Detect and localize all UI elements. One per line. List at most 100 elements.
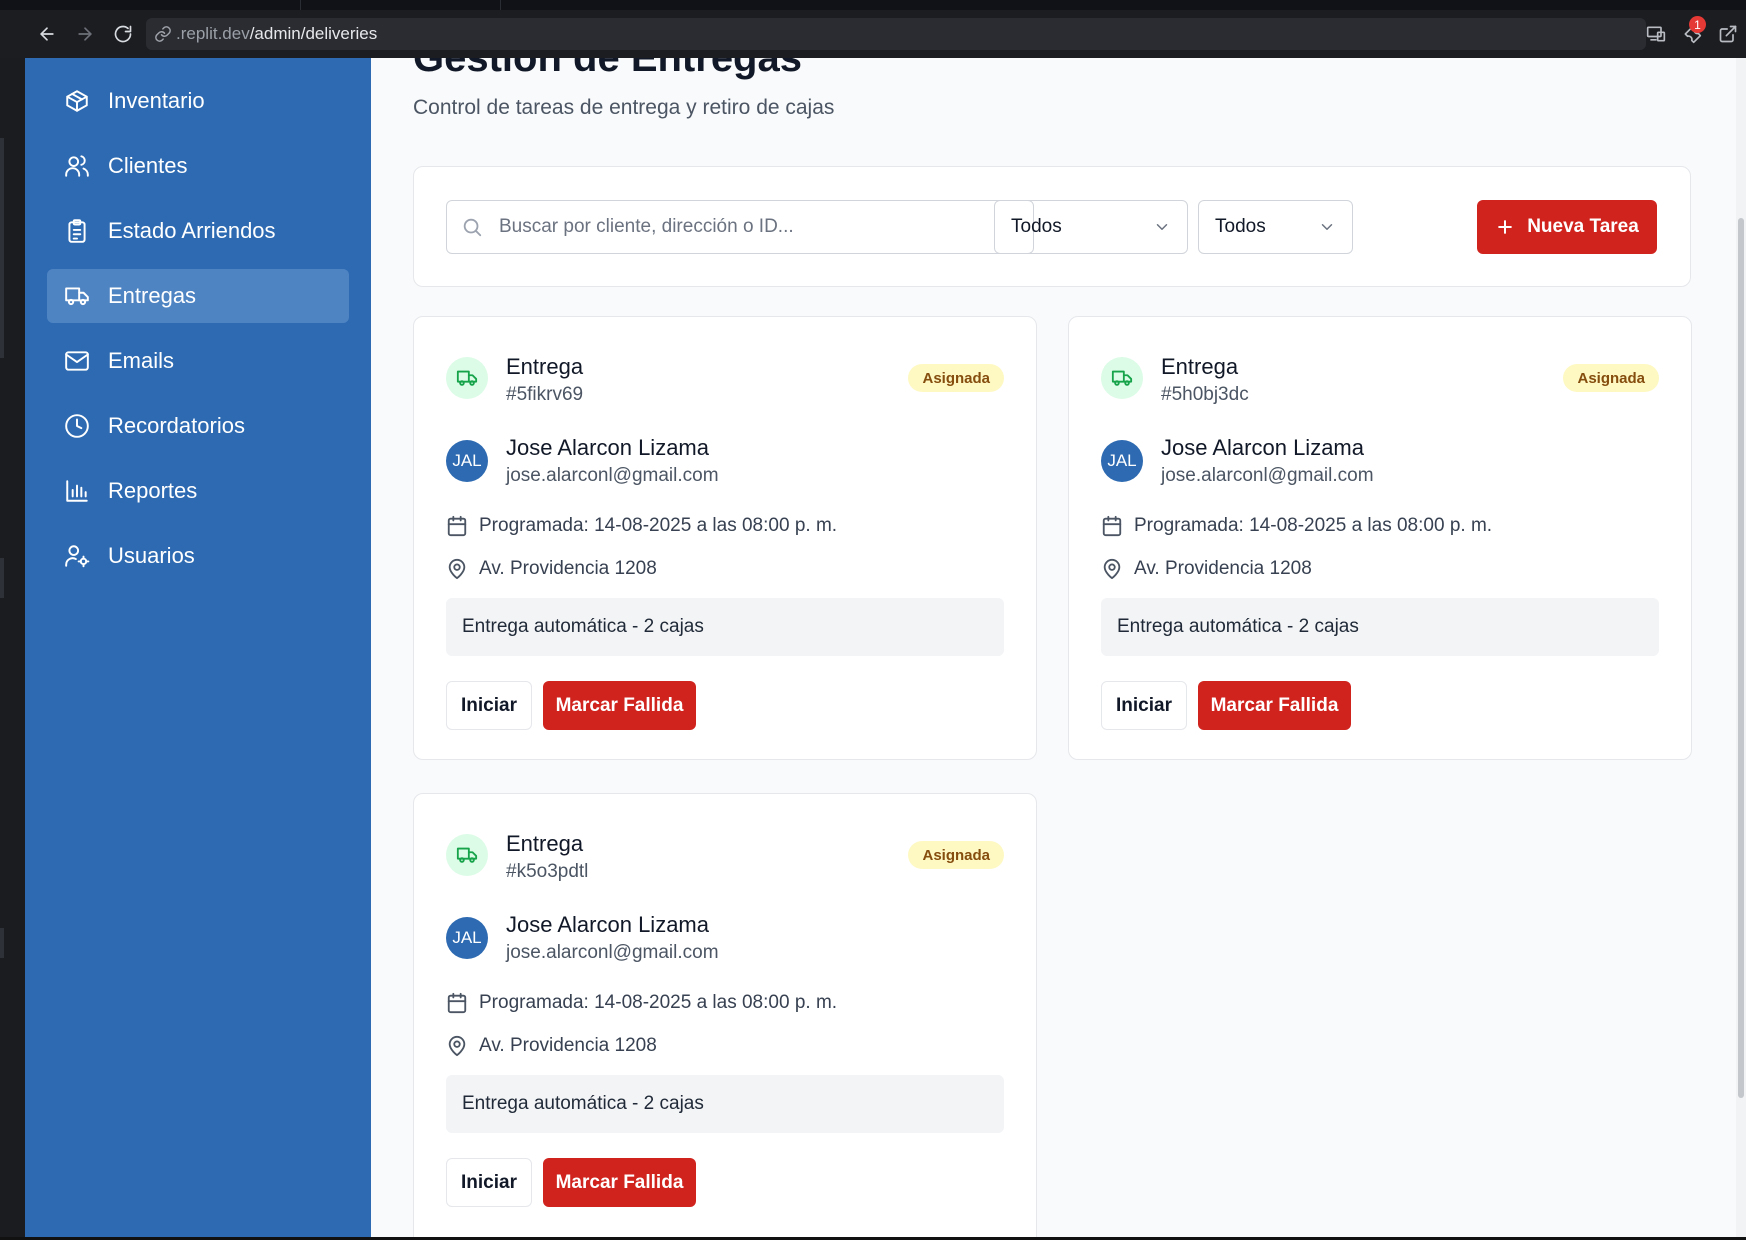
search-input[interactable] — [499, 216, 1019, 238]
panel-divider — [0, 558, 4, 598]
calendar-icon — [447, 992, 467, 1014]
sidebar-item-clientes[interactable]: Clientes — [47, 139, 349, 193]
devices-button[interactable] — [1638, 18, 1674, 50]
task-card: Entrega #5fikrv69 Asignada JAL Jose Alar… — [413, 316, 1037, 760]
sidebar: Inventario Clientes Estado Arriendos Ent… — [25, 58, 371, 1237]
main-content: Gestión de Entregas Control de tareas de… — [371, 58, 1736, 1237]
scheduled-text: Programada: 14-08-2025 a las 08:00 p. m. — [1134, 515, 1493, 536]
avatar: JAL — [446, 917, 488, 959]
client-name: Jose Alarcon Lizama — [1161, 435, 1364, 460]
address-row: Av. Providencia 1208 — [446, 558, 657, 580]
browser-tab[interactable] — [300, 0, 500, 10]
truck-icon — [1101, 357, 1143, 399]
avatar: JAL — [446, 440, 488, 482]
client-email: jose.alarconl@gmail.com — [1161, 465, 1374, 486]
client-name: Jose Alarcon Lizama — [506, 435, 709, 460]
task-card: Entrega #5h0bj3dc Asignada JAL Jose Alar… — [1068, 316, 1692, 760]
external-link-icon — [1719, 25, 1737, 43]
clock-icon — [63, 412, 91, 440]
notification-badge: 1 — [1689, 16, 1706, 33]
task-type: Entrega — [1161, 354, 1239, 379]
sidebar-item-label: Emails — [108, 348, 175, 373]
browser-tab[interactable] — [500, 0, 640, 10]
page-title: Gestión de Entregas — [413, 58, 802, 80]
clipboard-list-icon — [63, 217, 91, 245]
new-task-button[interactable]: Nueva Tarea — [1477, 200, 1657, 254]
map-pin-icon — [448, 558, 466, 580]
client-email: jose.alarconl@gmail.com — [506, 942, 719, 963]
truck-icon — [446, 834, 488, 876]
package-icon — [63, 87, 91, 115]
avatar: JAL — [1101, 440, 1143, 482]
mark-failed-button[interactable]: Marcar Fallida — [543, 681, 696, 730]
link-icon — [155, 26, 171, 42]
address-text: Av. Providencia 1208 — [479, 1035, 657, 1056]
sidebar-item-reportes[interactable]: Reportes — [47, 464, 349, 518]
status-badge: Asignada — [908, 841, 1004, 869]
sidebar-item-label: Inventario — [108, 88, 205, 113]
browser-toolbar: .replit.dev/admin/deliveries 1 — [0, 10, 1746, 58]
sidebar-item-label: Entregas — [108, 283, 197, 308]
sidebar-item-label: Estado Arriendos — [108, 218, 276, 243]
open-external-button[interactable] — [1710, 18, 1746, 50]
chevron-down-icon — [1156, 224, 1168, 230]
sidebar-item-usuarios[interactable]: Usuarios — [47, 529, 349, 583]
panel-divider — [0, 138, 4, 358]
bar-chart-icon — [63, 477, 91, 505]
status-filter-select[interactable]: Todos — [1198, 200, 1353, 254]
filters-panel: Todos Todos Nueva Tarea — [413, 166, 1691, 287]
sidebar-item-label: Usuarios — [108, 543, 195, 568]
status-badge: Asignada — [1563, 364, 1659, 392]
task-id: #5h0bj3dc — [1161, 384, 1249, 405]
search-box[interactable] — [446, 200, 1034, 254]
truck-icon — [446, 357, 488, 399]
scheduled-row: Programada: 14-08-2025 a las 08:00 p. m. — [1101, 515, 1492, 537]
sidebar-item-recordatorios[interactable]: Recordatorios — [47, 399, 349, 453]
start-button[interactable]: Iniciar — [1101, 681, 1187, 730]
plus-icon — [1498, 220, 1513, 234]
sidebar-item-inventario[interactable]: Inventario — [47, 74, 349, 128]
mark-failed-button[interactable]: Marcar Fallida — [543, 1158, 696, 1207]
arrow-right-icon — [78, 27, 92, 41]
browser-tool-icons: 1 — [1638, 16, 1746, 50]
task-type: Entrega — [506, 354, 584, 379]
mark-failed-button[interactable]: Marcar Fallida — [1198, 681, 1351, 730]
scrollbar-thumb[interactable] — [1738, 218, 1744, 1098]
panel-divider — [0, 928, 4, 958]
search-icon — [463, 218, 482, 237]
back-button[interactable] — [28, 15, 66, 53]
sidebar-item-label: Clientes — [108, 153, 188, 178]
page-scrollbar[interactable] — [1736, 58, 1746, 1240]
scheduled-row: Programada: 14-08-2025 a las 08:00 p. m. — [446, 992, 837, 1014]
address-row: Av. Providencia 1208 — [1101, 558, 1312, 580]
start-button[interactable]: Iniciar — [446, 1158, 532, 1207]
sidebar-item-label: Recordatorios — [108, 413, 245, 438]
browser-tab-strip — [0, 0, 1746, 10]
new-task-label: Nueva Tarea — [1527, 216, 1639, 237]
type-filter-select[interactable]: Todos — [994, 200, 1188, 254]
sidebar-item-estado-arriendos[interactable]: Estado Arriendos — [47, 204, 349, 258]
forward-button[interactable] — [66, 15, 104, 53]
start-button[interactable]: Iniciar — [446, 681, 532, 730]
chevron-down-icon — [1321, 224, 1333, 230]
left-edge-panel — [0, 58, 25, 1240]
extensions-button[interactable]: 1 — [1674, 16, 1710, 50]
calendar-icon — [447, 515, 467, 537]
task-type: Entrega — [506, 831, 584, 856]
scheduled-row: Programada: 14-08-2025 a las 08:00 p. m. — [446, 515, 837, 537]
map-pin-icon — [448, 1035, 466, 1057]
users-icon — [63, 152, 91, 180]
address-text: Av. Providencia 1208 — [1134, 558, 1312, 579]
sidebar-item-emails[interactable]: Emails — [47, 334, 349, 388]
calendar-icon — [1102, 515, 1122, 537]
sidebar-item-entregas[interactable]: Entregas — [47, 269, 349, 323]
client-email: jose.alarconl@gmail.com — [506, 465, 719, 486]
map-pin-icon — [1103, 558, 1121, 580]
scheduled-text: Programada: 14-08-2025 a las 08:00 p. m. — [479, 515, 838, 536]
reload-button[interactable] — [104, 15, 142, 53]
url-host: .replit.dev — [176, 24, 250, 43]
sidebar-item-label: Reportes — [108, 478, 198, 503]
address-bar[interactable]: .replit.dev/admin/deliveries — [146, 18, 1646, 50]
task-card: Entrega #k5o3pdtl Asignada JAL Jose Alar… — [413, 793, 1037, 1237]
address-text: Av. Providencia 1208 — [479, 558, 657, 579]
